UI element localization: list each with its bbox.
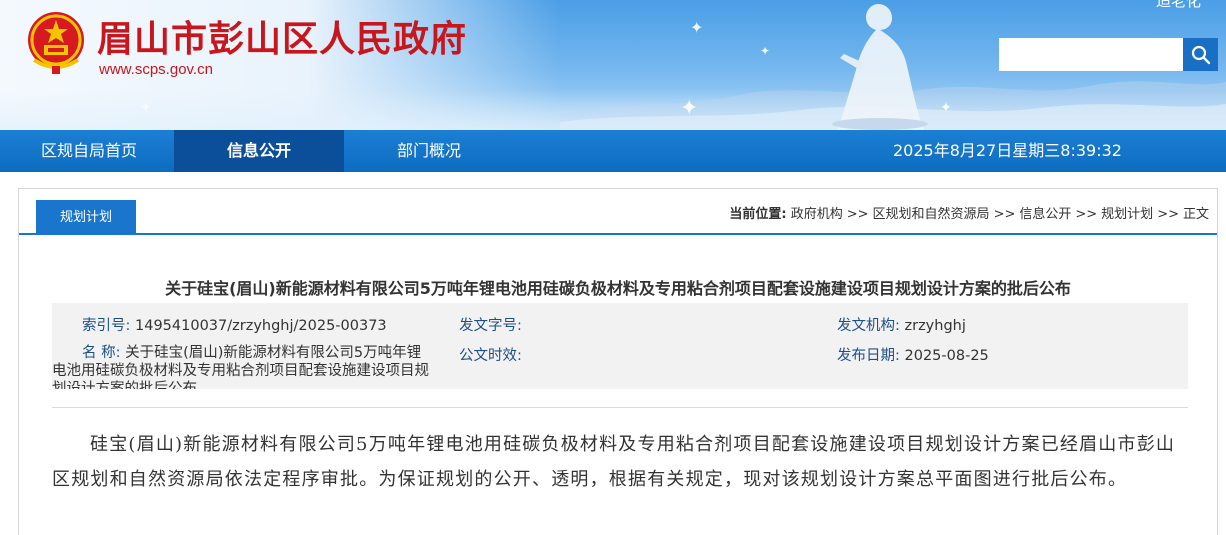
meta-index-value: 1495410037/zrzyhghj/2025-00373 xyxy=(135,318,387,334)
article-body: 硅宝(眉山)新能源材料有限公司5万吨年锂电池用硅碳负极材料及专用粘合剂项目配套设… xyxy=(52,434,1176,490)
meta-name-label: 名 称: xyxy=(82,345,121,361)
elder-mode-link[interactable]: 适老化 xyxy=(1156,0,1201,11)
nav-datetime: 2025年8月27日星期三8:39:32 xyxy=(893,141,1122,160)
breadcrumb: 当前位置: 政府机构 >> 区规划和自然资源局 >> 信息公开 >> 规划计划 >> 正文 xyxy=(729,203,1209,222)
meta-doc-no: 发文字号: xyxy=(459,314,522,335)
meta-org: 发文机构: zrzyhghj xyxy=(837,314,966,335)
meta-date-value: 2025-08-25 xyxy=(904,348,989,364)
nav-item-department-overview[interactable]: 部门概况 xyxy=(344,130,514,172)
meta-validity-label: 公文时效: xyxy=(459,348,522,364)
breadcrumb-separator: >> xyxy=(1157,207,1179,222)
header-banner: 眉山市彭山区人民政府 www.scps.gov.cn ✦ ✦ ✦ ✦ ✦ 适老化 xyxy=(0,0,1226,130)
search-input[interactable] xyxy=(999,38,1183,71)
meta-index: 索引号: 1495410037/zrzyhghj/2025-00373 xyxy=(82,314,387,335)
nav-item-info-disclosure[interactable]: 信息公开 xyxy=(174,130,344,172)
tab-planning[interactable]: 规划计划 xyxy=(36,200,136,235)
breadcrumb-item-current: 正文 xyxy=(1182,207,1209,222)
breadcrumb-separator: >> xyxy=(1075,207,1098,222)
breadcrumb-item-info-disclosure[interactable]: 信息公开 xyxy=(1019,207,1071,222)
banner-bottom-fade xyxy=(0,90,1226,130)
tab-bar: 规划计划 当前位置: 政府机构 >> 区规划和自然资源局 >> 信息公开 >> 规划计划 >>… xyxy=(19,189,1217,235)
meta-index-label: 索引号: xyxy=(82,318,131,334)
content-divider xyxy=(52,407,1188,408)
sparkle-icon: ✦ xyxy=(140,100,152,116)
statue-image xyxy=(832,4,928,130)
sparkle-icon: ✦ xyxy=(690,18,704,37)
main-nav: 区规自局首页 信息公开 部门概况 2025年8月27日星期三8:39:32 xyxy=(0,130,1226,172)
meta-org-label: 发文机构: xyxy=(837,318,900,334)
sparkle-icon: ✦ xyxy=(760,44,771,58)
site-url: www.scps.gov.cn xyxy=(99,61,213,78)
national-emblem-icon xyxy=(28,12,84,74)
meta-info-box: 索引号: 1495410037/zrzyhghj/2025-00373 发文字号… xyxy=(52,303,1188,389)
sparkle-icon: ✦ xyxy=(680,96,699,121)
article-title: 关于硅宝(眉山)新能源材料有限公司5万吨年锂电池用硅碳负极材料及专用粘合剂项目配… xyxy=(165,279,1071,298)
meta-validity: 公文时效: xyxy=(459,344,522,365)
breadcrumb-label: 当前位置: xyxy=(729,207,787,222)
search-icon xyxy=(1191,45,1210,64)
meta-date-label: 发布日期: xyxy=(837,348,900,364)
nav-item-home[interactable]: 区规自局首页 xyxy=(0,130,178,172)
content-panel: 规划计划 当前位置: 政府机构 >> 区规划和自然资源局 >> 信息公开 >> 规划计划 >>… xyxy=(18,188,1218,535)
breadcrumb-item-gov-org[interactable]: 政府机构 xyxy=(791,207,843,222)
meta-org-value: zrzyhghj xyxy=(904,318,966,334)
meta-doc-no-label: 发文字号: xyxy=(459,318,522,334)
sparkle-icon: ✦ xyxy=(940,100,952,116)
breadcrumb-item-planning[interactable]: 规划计划 xyxy=(1101,207,1153,222)
meta-name: 名 称: 关于硅宝(眉山)新能源材料有限公司5万吨年锂电池用硅碳负极材料及专用粘… xyxy=(52,344,430,389)
site-title: 眉山市彭山区人民政府 xyxy=(97,19,468,60)
meta-date: 发布日期: 2025-08-25 xyxy=(837,344,989,365)
breadcrumb-separator: >> xyxy=(846,207,869,222)
search-button[interactable] xyxy=(1183,38,1218,71)
breadcrumb-separator: >> xyxy=(993,207,1016,222)
breadcrumb-item-bureau[interactable]: 区规划和自然资源局 xyxy=(873,207,990,222)
